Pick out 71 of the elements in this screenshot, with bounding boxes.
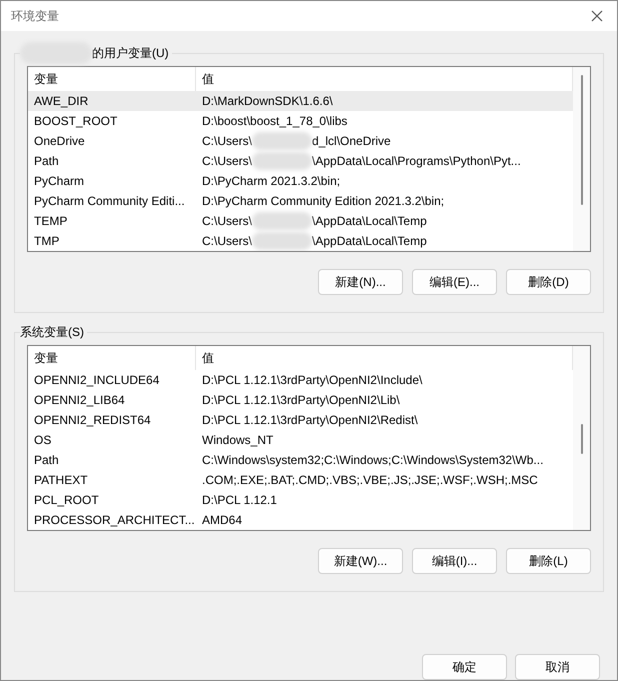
table-row[interactable]: PyCharm D:\PyCharm 2021.3.2\bin; [28, 171, 573, 191]
table-cell-text: PATHEXT [33, 472, 89, 489]
table-cell-text: OPENNI2_REDIST64 [33, 412, 152, 429]
redaction-blur [252, 232, 312, 250]
close-icon [591, 10, 603, 22]
table-row[interactable]: Path C:\Windows\system32;C:\Windows;C:\Windows\System32\Wb... [28, 450, 573, 470]
dialog-button[interactable]: 新建(N)... [318, 269, 403, 295]
table-cell-text: D:\MarkDownSDK\1.6.6\ [201, 93, 334, 110]
table-cell-text: D:\PCL 1.12.1 [201, 492, 278, 509]
table-cell-text: PROCESSOR_ARCHITECT... [33, 512, 196, 529]
table-cell-text: AWE_DIR [33, 93, 90, 110]
table-cell-text: .COM;.EXE;.BAT;.CMD;.VBS;.VBE;.JS;.JSE;.WSF;.WSH;.MSC [201, 472, 539, 489]
table-cell-text: PCL_ROOT [33, 492, 100, 509]
scrollbar-thumb[interactable] [580, 75, 582, 205]
table-cell-text: D:\PCL 1.12.1\3rdParty\OpenNI2\Include\ [201, 372, 424, 389]
table-row[interactable]: OPENNI2_REDIST64 D:\PCL 1.12.1\3rdParty\OpenNI2\Redist\ [28, 410, 573, 430]
redaction-blur [252, 132, 312, 150]
table-cell-text: C:\Users\ \AppData\Local\Programs\Python\Pyt... [201, 151, 522, 171]
scrollbar-thumb[interactable] [580, 424, 582, 454]
dialog-button[interactable]: 删除(D) [506, 269, 591, 295]
table-cell-text: OPENNI2_INCLUDE64 [33, 372, 160, 389]
variable-table[interactable] [27, 345, 591, 531]
group-title: 的用户变量(U) [92, 44, 169, 62]
table-cell-text: D:\PCL 1.12.1\3rdParty\OpenNI2\Redist\ [201, 412, 419, 429]
table-cell-text: Path [33, 452, 60, 469]
table-cell-text: PyCharm [33, 173, 86, 190]
dialog-button[interactable]: 取消 [515, 654, 600, 680]
table-row[interactable]: PyCharm Community Editi... D:\PyCharm Community Edition 2021.3.2\bin; [28, 191, 573, 211]
table-cell-text: C:\Users\ d_lcl\OneDrive [201, 131, 392, 151]
table-cell-text: D:\PyCharm Community Edition 2021.3.2\bin; [201, 193, 446, 210]
table-row[interactable]: TMP C:\Users\ \AppData\Local\Temp [28, 231, 573, 251]
dialog-button[interactable]: 编辑(E)... [412, 269, 497, 295]
variable-table[interactable] [27, 66, 591, 252]
table-row[interactable]: OPENNI2_LIB64 D:\PCL 1.12.1\3rdParty\OpenNI2\Lib\ [28, 390, 573, 410]
dialog-button[interactable]: 删除(L) [506, 548, 591, 574]
table-row[interactable]: OS Windows_NT [28, 430, 573, 450]
table-row[interactable]: PCL_ROOT D:\PCL 1.12.1 [28, 490, 573, 510]
table-cell-text: Windows_NT [201, 432, 274, 449]
redaction-blur [252, 152, 312, 170]
table-row[interactable]: BOOST_ROOT D:\boost\boost_1_78_0\libs [28, 111, 573, 131]
table-cell-text: TEMP [33, 213, 68, 230]
scrollbar[interactable] [573, 346, 590, 530]
column-header[interactable]: 变量 [28, 346, 196, 370]
redaction-blur [252, 212, 312, 230]
table-cell-text: Path [33, 153, 60, 170]
table-row[interactable]: Path C:\Users\ \AppData\Local\Programs\Python\Pyt... [28, 151, 573, 171]
dialog-button[interactable]: 确定 [422, 654, 507, 680]
group-title: 系统变量(S) [20, 324, 84, 340]
scrollbar[interactable] [573, 67, 590, 251]
table-cell-text: C:\Windows\system32;C:\Windows;C:\Windows\System32\Wb... [201, 452, 544, 469]
table-row[interactable]: PATHEXT .COM;.EXE;.BAT;.CMD;.VBS;.VBE;.JS;.JSE;.WSF;.WSH;.MSC [28, 470, 573, 490]
table-cell-text: OPENNI2_LIB64 [33, 392, 126, 409]
table-cell-text: BOOST_ROOT [33, 113, 118, 130]
table-row[interactable]: OneDrive C:\Users\ d_lcl\OneDrive [28, 131, 573, 151]
table-row[interactable]: TEMP C:\Users\ \AppData\Local\Temp [28, 211, 573, 231]
table-cell-text: D:\PyCharm 2021.3.2\bin; [201, 173, 342, 190]
window-title: 环境变量 [11, 8, 59, 24]
dialog-button[interactable]: 编辑(I)... [412, 548, 497, 574]
table-cell-text: D:\PCL 1.12.1\3rdParty\OpenNI2\Lib\ [201, 392, 401, 409]
table-cell-text: C:\Users\ \AppData\Local\Temp [201, 211, 428, 231]
table-row[interactable]: PROCESSOR_ARCHITECT... AMD64 [28, 510, 573, 530]
dialog-button[interactable]: 新建(W)... [318, 548, 403, 574]
table-cell-text: AMD64 [201, 512, 244, 529]
table-cell-text: OneDrive [33, 133, 86, 150]
table-cell-text: PyCharm Community Editi... [33, 193, 186, 210]
table-cell-text: C:\Users\ \AppData\Local\Temp [201, 231, 428, 251]
table-cell-text: OS [33, 432, 52, 449]
table-row[interactable]: OPENNI2_INCLUDE64 D:\PCL 1.12.1\3rdParty\OpenNI2\Include\ [28, 370, 573, 390]
table-cell-text: TMP [33, 233, 60, 250]
table-cell-text: D:\boost\boost_1_78_0\libs [201, 113, 348, 130]
table-row[interactable]: AWE_DIR D:\MarkDownSDK\1.6.6\ [28, 91, 573, 111]
